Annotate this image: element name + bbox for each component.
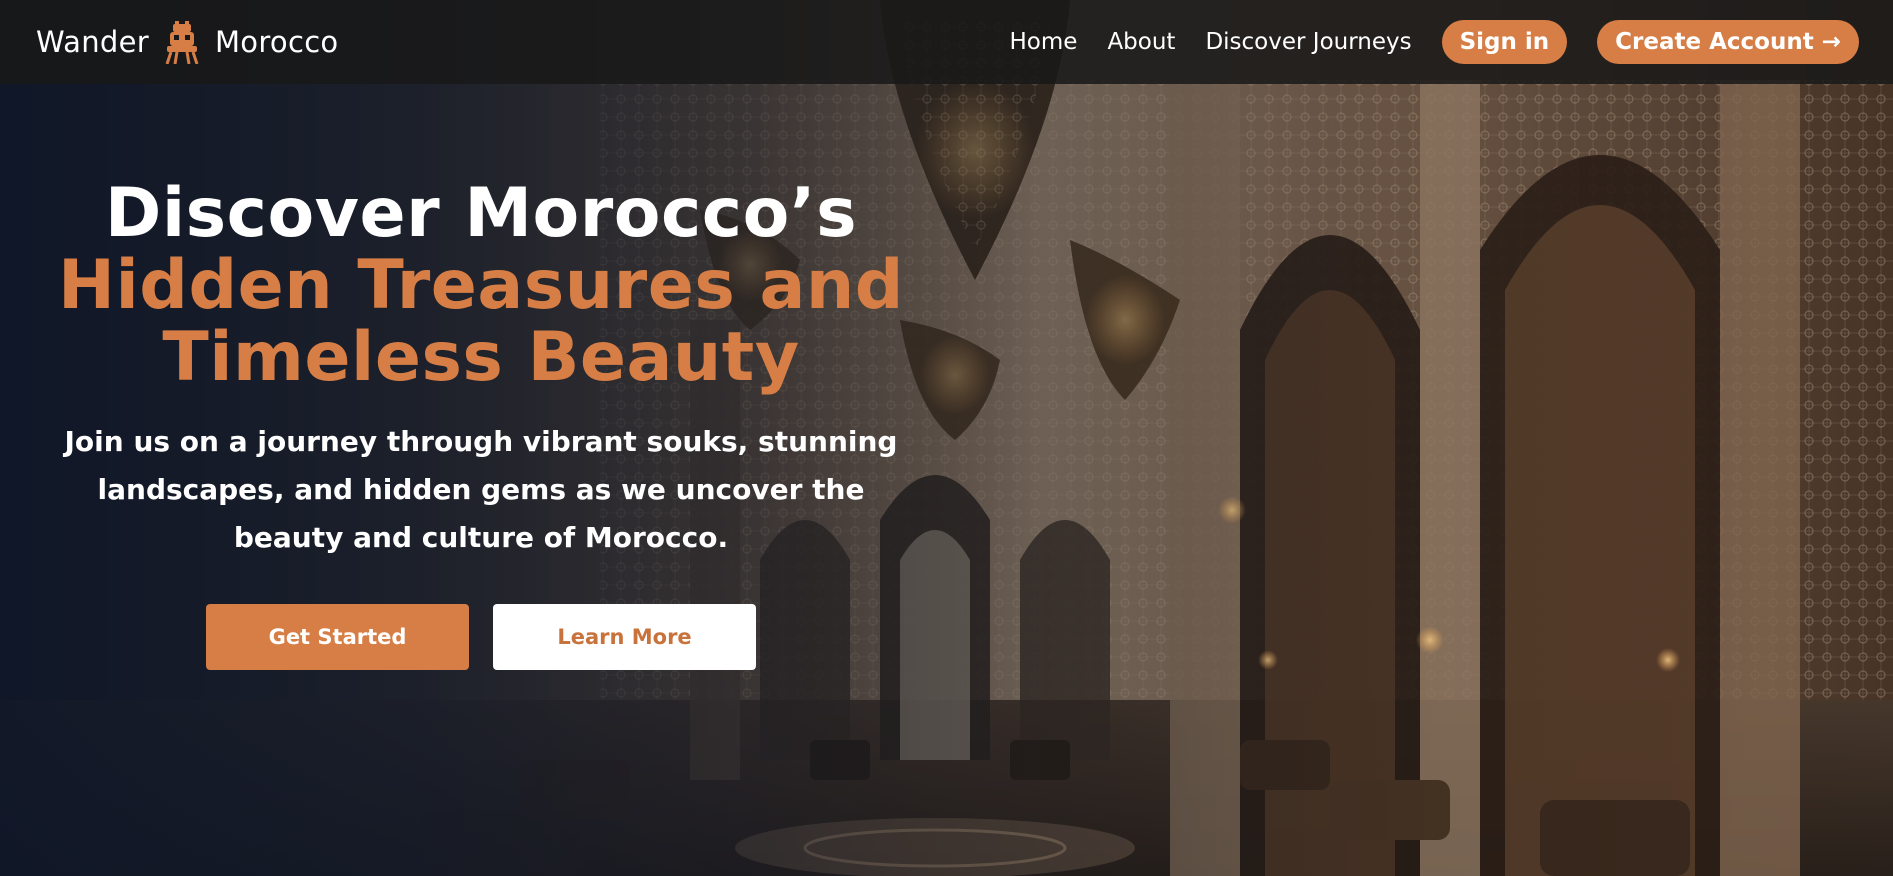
brand-name-right: Morocco	[214, 25, 339, 59]
camel-rider-icon	[165, 21, 199, 64]
hero-actions: Get Started Learn More	[48, 604, 914, 670]
landing-page: Wander Morocco Home About Discover Journ…	[0, 0, 1893, 876]
nav-discover-journeys-link[interactable]: Discover Journeys	[1205, 29, 1411, 55]
site-header: Wander Morocco Home About Discover Journ…	[0, 0, 1893, 84]
hero-title-line-3: Timeless Beauty	[162, 318, 800, 397]
main-nav: Home About Discover Journeys Sign in Cre…	[1010, 20, 1859, 64]
hero-title-line-2: Hidden Treasures and	[58, 246, 904, 325]
get-started-button[interactable]: Get Started	[206, 604, 469, 670]
nav-about-link[interactable]: About	[1107, 29, 1175, 55]
brand-name-left: Wander	[36, 25, 149, 59]
hero-title-line-1: Discover Morocco’s	[104, 174, 858, 253]
hero-section: Discover Morocco’s Hidden Treasures and …	[48, 178, 914, 670]
hero-title: Discover Morocco’s Hidden Treasures and …	[48, 178, 914, 394]
sign-in-button[interactable]: Sign in	[1441, 20, 1568, 64]
create-account-button[interactable]: Create Account →	[1597, 20, 1859, 64]
brand-logo-link[interactable]: Wander Morocco	[36, 20, 338, 64]
hero-subtitle: Join us on a journey through vibrant sou…	[64, 425, 898, 554]
nav-home-link[interactable]: Home	[1010, 29, 1078, 55]
learn-more-button[interactable]: Learn More	[493, 604, 756, 670]
